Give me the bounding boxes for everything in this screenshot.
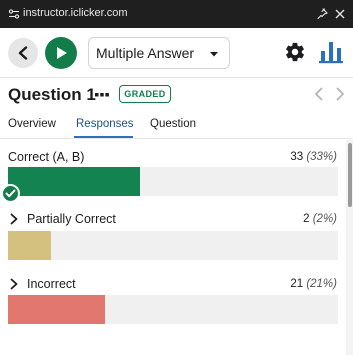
result-percent: (2%) — [312, 213, 337, 225]
caret-down-icon — [210, 52, 218, 57]
tab-question[interactable]: Question — [150, 118, 196, 130]
result-label-partially-correct[interactable]: Partially Correct — [27, 212, 116, 226]
toolbar: Multiple Answer — [0, 28, 353, 78]
result-count-value: 33 — [290, 151, 304, 163]
start-polling-button[interactable] — [45, 37, 77, 69]
expand-incorrect-icon[interactable] — [9, 278, 19, 290]
next-question-icon[interactable] — [333, 86, 347, 102]
gear-icon[interactable] — [284, 41, 306, 63]
result-count-partially-correct: 2 (2%) — [303, 213, 337, 225]
expand-partially-correct-icon[interactable] — [9, 213, 19, 225]
toolbar-divider — [0, 77, 353, 78]
site-settings-icon[interactable] — [8, 8, 20, 20]
correct-check-icon — [1, 184, 20, 203]
result-count-correct: 33 (33%) — [290, 151, 337, 163]
back-button[interactable] — [8, 38, 38, 68]
result-count-incorrect: 21 (21%) — [290, 278, 337, 290]
question-type-value: Multiple Answer — [96, 45, 195, 61]
tab-responses[interactable]: Responses — [76, 118, 134, 130]
result-bar-track-incorrect — [8, 295, 338, 324]
tab-overview[interactable]: Overview — [8, 118, 56, 130]
result-count-value: 2 — [303, 213, 310, 225]
previous-question-icon[interactable] — [312, 86, 326, 102]
result-percent: (21%) — [306, 278, 337, 290]
result-percent: (33%) — [306, 151, 337, 163]
browser-titlebar: instructor.iclicker.com — [0, 0, 353, 28]
result-bar-incorrect — [8, 295, 105, 324]
bar-chart-icon[interactable] — [318, 40, 344, 64]
result-count-value: 21 — [290, 278, 304, 290]
tabs-divider — [0, 138, 353, 139]
graded-badge: GRADED — [119, 85, 171, 103]
scrollbar-thumb[interactable] — [348, 143, 352, 207]
result-label-incorrect[interactable]: Incorrect — [27, 277, 76, 291]
question-title: Question 1 — [8, 85, 96, 104]
chevron-left-icon — [18, 46, 28, 60]
result-bar-track-correct — [8, 167, 338, 196]
result-bar-track-partially-correct — [8, 231, 338, 260]
page-url[interactable]: instructor.iclicker.com — [23, 7, 128, 19]
pin-icon[interactable] — [316, 8, 328, 20]
result-bar-correct — [8, 167, 140, 196]
question-type-select[interactable]: Multiple Answer — [88, 37, 230, 69]
result-label-correct: Correct (A, B) — [8, 150, 85, 164]
play-icon — [57, 47, 67, 59]
result-bar-partially-correct — [8, 231, 51, 260]
more-dots-icon[interactable] — [94, 88, 110, 102]
close-icon[interactable] — [334, 8, 346, 20]
